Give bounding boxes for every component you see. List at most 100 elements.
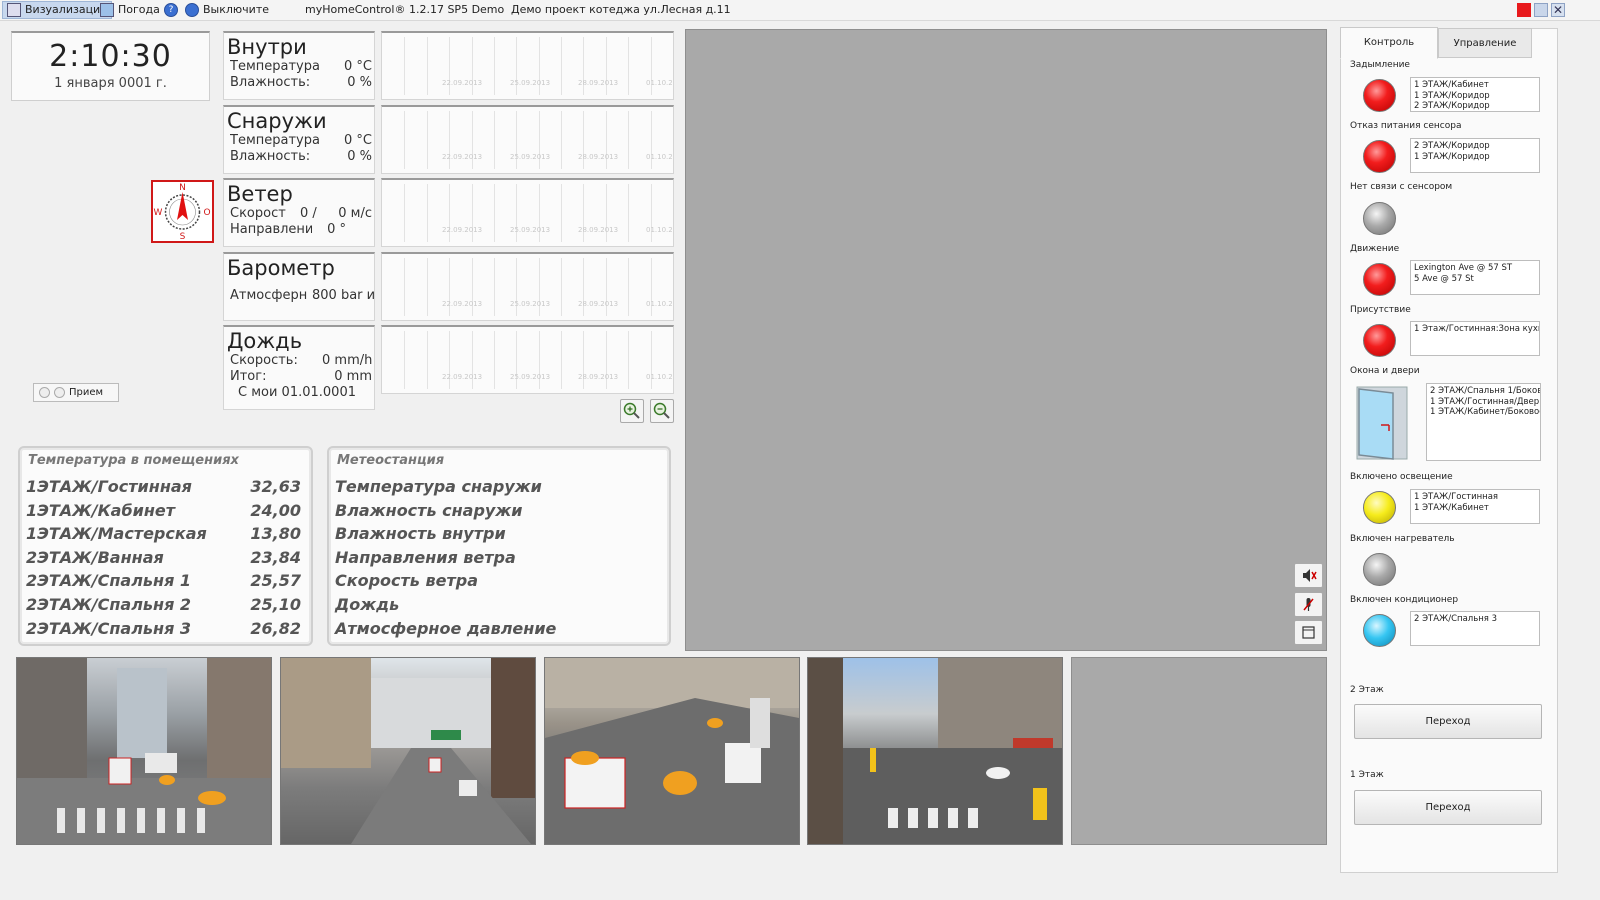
windows-doors-list[interactable]: 2 ЭТАЖ/Спальня 1/Боков 1 ЭТАЖ/Гостинная/… <box>1426 383 1541 461</box>
conditioner-list[interactable]: 2 ЭТАЖ/Спальня 3 <box>1410 611 1540 646</box>
graph-gridline <box>427 37 428 95</box>
camera-1[interactable] <box>16 657 272 845</box>
presence-list[interactable]: 1 Этаж/Гостинная:Зона кухни <box>1410 321 1540 356</box>
zoom-in-icon <box>623 402 640 419</box>
motion-list[interactable]: Lexington Ave @ 57 ST 5 Ave @ 57 St <box>1410 260 1540 295</box>
graph-date-label: 25.09.2013 <box>510 79 551 87</box>
graph-gridline <box>561 184 562 242</box>
tab-management[interactable]: Управление <box>1438 28 1532 58</box>
list-item: 5 Ave @ 57 St <box>1414 273 1474 284</box>
graph-gridline <box>404 111 405 169</box>
compass-w: W <box>154 208 163 218</box>
camera-4-scene <box>808 658 1062 844</box>
close-red-icon[interactable] <box>1517 3 1531 17</box>
table-row: 2ЭТАЖ/Ванная 23,84 <box>20 546 311 570</box>
inside-hum-value: 0 % <box>347 75 372 90</box>
microphone-button[interactable] <box>1294 592 1323 617</box>
reception-radio-group[interactable]: Прием <box>33 383 119 402</box>
smoke-list[interactable]: 1 ЭТАЖ/Кабинет 1 ЭТАЖ/Коридор 2 ЭТАЖ/Кор… <box>1410 77 1540 112</box>
meteo-item: Атмосферное давление <box>335 618 557 638</box>
exit-icon[interactable]: ✕ <box>1551 3 1565 17</box>
graph-date-label: 28.09.2013 <box>578 226 619 234</box>
graph-date-label: 01.10.2 <box>646 79 673 87</box>
zoom-out-button[interactable] <box>650 399 674 423</box>
graph-gridline <box>494 258 495 316</box>
table-row: Атмосферное давление <box>329 617 669 641</box>
room-temperature: 24,00 <box>250 500 301 520</box>
radio-option-1[interactable] <box>39 387 50 398</box>
graph-gridline <box>628 258 629 316</box>
graph-date-label: 28.09.2013 <box>578 300 619 308</box>
meteo-item: Скорость ветра <box>335 571 478 591</box>
table-row: Направления ветра <box>329 546 669 570</box>
floor2-go-button[interactable]: Переход <box>1354 704 1542 739</box>
barometer-graph: 22.09.2013 25.09.2013 28.09.2013 01.10.2 <box>381 252 674 321</box>
graph-gridline <box>427 111 428 169</box>
graph-gridline <box>494 37 495 95</box>
wind-speed-mid: 0 / <box>300 206 317 221</box>
compass-icon: N S W O <box>154 183 211 242</box>
smoke-indicator <box>1363 79 1396 112</box>
sensor-power-list[interactable]: 2 ЭТАЖ/Коридор 1 ЭТАЖ/Коридор <box>1410 138 1540 173</box>
section-heater-label: Включен нагреватель <box>1350 534 1455 544</box>
table-row: Влажность снаружи <box>329 499 669 523</box>
inside-graph: 22.09.2013 25.09.2013 28.09.2013 01.10.2 <box>381 31 674 100</box>
table-row: Температура снаружи <box>329 475 669 499</box>
barometer-value: 800 bar ие <box>312 288 374 303</box>
graph-gridline <box>561 331 562 389</box>
lighting-indicator <box>1363 491 1396 524</box>
barometer-title: Барометр <box>227 256 335 280</box>
outside-hum-label: Влажность: <box>230 149 311 164</box>
graph-date-label: 01.10.2 <box>646 300 673 308</box>
camera-3[interactable] <box>544 657 800 845</box>
list-item: 1 Этаж/Гостинная:Зона кухни <box>1414 324 1540 334</box>
menu-help[interactable]: ? <box>164 2 178 18</box>
graph-date-label: 22.09.2013 <box>442 300 483 308</box>
meteostation-title: Метеостанция <box>337 453 445 468</box>
top-menu-bar: Визуализация Погода ? Выключите myHomeCo… <box>0 0 1600 21</box>
room-temperature: 26,82 <box>250 618 301 638</box>
camera-2[interactable] <box>280 657 536 845</box>
radio-option-2[interactable] <box>54 387 65 398</box>
inside-temp-label: Температура <box>230 59 320 74</box>
room-name: 1ЭТАЖ/Кабинет <box>26 500 176 520</box>
room-temperature: 23,84 <box>250 547 301 567</box>
graph-gridline <box>561 258 562 316</box>
list-item: 2 ЭТАЖ/Коридор <box>1414 141 1490 151</box>
outside-graph: 22.09.2013 25.09.2013 28.09.2013 01.10.2 <box>381 105 674 174</box>
lighting-list[interactable]: 1 ЭТАЖ/Гостинная 1 ЭТАЖ/Кабинет <box>1410 489 1540 524</box>
section-motion-label: Движение <box>1350 244 1400 254</box>
menu-visualization[interactable]: Визуализация <box>2 1 112 19</box>
rain-speed-label: Скорость: <box>230 353 298 368</box>
zoom-in-button[interactable] <box>620 399 644 423</box>
section-no-connection-label: Нет связи с сенсором <box>1350 182 1453 192</box>
tab-control[interactable]: Контроль <box>1340 27 1438 59</box>
graph-gridline <box>561 37 562 95</box>
rain-total-value: 0 mm <box>334 369 372 384</box>
rain-total-label: Итог: <box>230 369 267 384</box>
fullscreen-button[interactable] <box>1294 620 1323 645</box>
camera-5-empty[interactable] <box>1071 657 1327 845</box>
menu-power[interactable]: Выключите <box>185 2 269 18</box>
help-icon: ? <box>164 3 178 17</box>
list-item: 2 ЭТАЖ/Коридор <box>1414 101 1490 111</box>
section-sensor-power-label: Отказ питания сенсора <box>1350 121 1462 131</box>
graph-gridline <box>628 37 629 95</box>
list-item: 1 ЭТАЖ/Кабинет <box>1414 502 1489 513</box>
camera-4[interactable] <box>807 657 1063 845</box>
graph-gridline <box>404 331 405 389</box>
mute-icon <box>1303 569 1317 582</box>
menu-weather[interactable]: Погода <box>100 2 160 18</box>
camera-1-scene <box>17 658 271 844</box>
room-name: 2ЭТАЖ/Спальня 1 <box>26 571 192 591</box>
floor1-go-button[interactable]: Переход <box>1354 790 1542 825</box>
room-name: 1ЭТАЖ/Гостинная <box>26 477 192 496</box>
video-viewport[interactable] <box>685 29 1327 651</box>
restore-icon[interactable] <box>1534 3 1548 17</box>
table-row: Дождь <box>329 593 669 617</box>
graph-gridline <box>628 331 629 389</box>
mute-button[interactable] <box>1294 563 1323 588</box>
inside-title: Внутри <box>227 35 307 59</box>
table-row: 2ЭТАЖ/Спальня 2 25,10 <box>20 593 311 617</box>
table-row: 1ЭТАЖ/Гостинная 32,63 <box>20 475 311 499</box>
